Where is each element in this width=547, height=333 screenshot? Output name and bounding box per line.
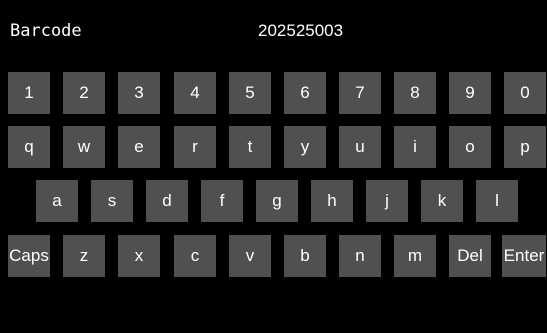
key-0[interactable]: 0: [504, 72, 546, 114]
key-e[interactable]: e: [118, 126, 160, 168]
key-q[interactable]: q: [8, 126, 50, 168]
key-v[interactable]: v: [229, 235, 271, 277]
key-t[interactable]: t: [229, 126, 271, 168]
key-b[interactable]: b: [284, 235, 326, 277]
key-3[interactable]: 3: [118, 72, 160, 114]
key-j[interactable]: j: [366, 180, 408, 222]
key-i[interactable]: i: [394, 126, 436, 168]
key-s[interactable]: s: [91, 180, 133, 222]
key-5[interactable]: 5: [229, 72, 271, 114]
key-8[interactable]: 8: [394, 72, 436, 114]
key-p[interactable]: p: [504, 126, 546, 168]
keyboard-row-asdf: a s d f g h j k l: [0, 180, 547, 222]
key-4[interactable]: 4: [174, 72, 216, 114]
barcode-label: Barcode: [10, 21, 82, 41]
enter-key[interactable]: Enter: [502, 235, 546, 277]
key-n[interactable]: n: [339, 235, 381, 277]
key-x[interactable]: x: [118, 235, 160, 277]
key-y[interactable]: y: [284, 126, 326, 168]
keyboard-row-qwerty: q w e r t y u i o p: [0, 126, 547, 168]
barcode-value-field[interactable]: 202525003: [258, 20, 343, 42]
key-a[interactable]: a: [36, 180, 78, 222]
key-h[interactable]: h: [311, 180, 353, 222]
delete-key[interactable]: Del: [449, 235, 491, 277]
key-k[interactable]: k: [421, 180, 463, 222]
key-6[interactable]: 6: [284, 72, 326, 114]
key-7[interactable]: 7: [339, 72, 381, 114]
key-c[interactable]: c: [174, 235, 216, 277]
barcode-entry-screen: Barcode 202525003 1 2 3 4 5 6 7 8 9 0 q …: [0, 0, 547, 333]
key-d[interactable]: d: [146, 180, 188, 222]
keyboard-row-bottom: Caps z x c v b n m Del Enter: [0, 235, 547, 277]
key-g[interactable]: g: [256, 180, 298, 222]
key-f[interactable]: f: [201, 180, 243, 222]
key-m[interactable]: m: [394, 235, 436, 277]
key-u[interactable]: u: [339, 126, 381, 168]
key-l[interactable]: l: [476, 180, 518, 222]
key-r[interactable]: r: [174, 126, 216, 168]
key-w[interactable]: w: [63, 126, 105, 168]
key-2[interactable]: 2: [63, 72, 105, 114]
key-9[interactable]: 9: [449, 72, 491, 114]
keyboard-row-numbers: 1 2 3 4 5 6 7 8 9 0: [0, 72, 547, 114]
caps-key[interactable]: Caps: [8, 235, 50, 277]
key-o[interactable]: o: [449, 126, 491, 168]
key-1[interactable]: 1: [8, 72, 50, 114]
key-z[interactable]: z: [63, 235, 105, 277]
